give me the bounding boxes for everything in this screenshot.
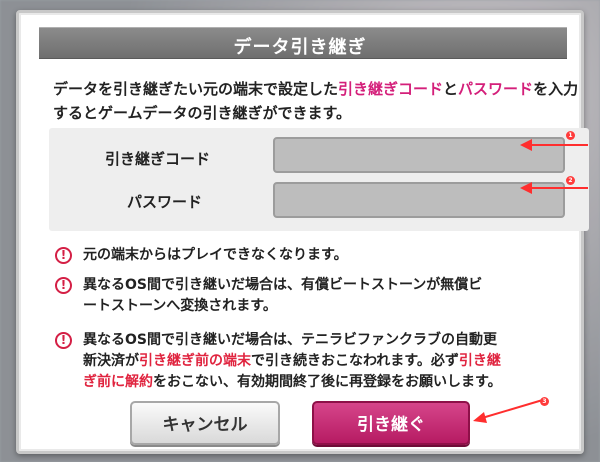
dialog-title: データ引き継ぎ xyxy=(233,37,367,58)
password-label: パスワード xyxy=(127,193,203,211)
transfer-dialog: データ引き継ぎ データを引き継ぎたい元の端末で設定した引き継ぎコードとパスワード… xyxy=(16,10,589,454)
note-item: ! 元の端末からはプレイできなくなります。 xyxy=(55,245,579,266)
desc-part1: データを引き継ぎたい元の端末で設定した xyxy=(53,80,339,98)
transfer-code-label: 引き継ぎコード xyxy=(105,150,211,168)
desc-part2: と xyxy=(443,80,459,98)
marker-badge: 3 xyxy=(540,397,549,406)
marker-badge: 1 xyxy=(566,131,575,140)
red-arrow-icon xyxy=(520,182,588,194)
warning-icon: ! xyxy=(55,332,72,349)
input-panel: 引き継ぎコード パスワード xyxy=(49,128,589,231)
note-text: 異なるOS間で引き継いだ場合は、有償ビートストーンが無償ビ ートストーンへ変換され… xyxy=(83,277,483,314)
desc-highlight-password: パスワード xyxy=(458,80,534,98)
warning-icon: ! xyxy=(55,247,72,264)
red-arrow-icon xyxy=(473,398,547,423)
desc-highlight-code: 引き継ぎコード xyxy=(338,80,444,98)
cancel-button[interactable]: キャンセル xyxy=(130,401,280,445)
note-item: ! 異なるOS間で引き継いだ場合は、有償ビートストーンが無償ビ ートストーンへ変換… xyxy=(55,275,579,317)
note-text: 元の端末からはプレイできなくなります。 xyxy=(83,247,348,263)
transfer-confirm-button[interactable]: 引き継ぐ xyxy=(312,401,470,445)
note-text: 異なるOS間で引き継いだ場合は、テニラビファンクラブの自動更 新決済が引き継ぎ前… xyxy=(83,332,502,390)
warning-icon: ! xyxy=(55,277,72,294)
dialog-description: データを引き継ぎたい元の端末で設定した引き継ぎコードとパスワードを入力するとゲー… xyxy=(53,77,593,125)
red-arrow-icon xyxy=(520,139,588,151)
note-item: ! 異なるOS間で引き継いだ場合は、テニラビファンクラブの自動更 新決済が引き継… xyxy=(55,330,579,393)
marker-badge: 2 xyxy=(566,176,575,185)
